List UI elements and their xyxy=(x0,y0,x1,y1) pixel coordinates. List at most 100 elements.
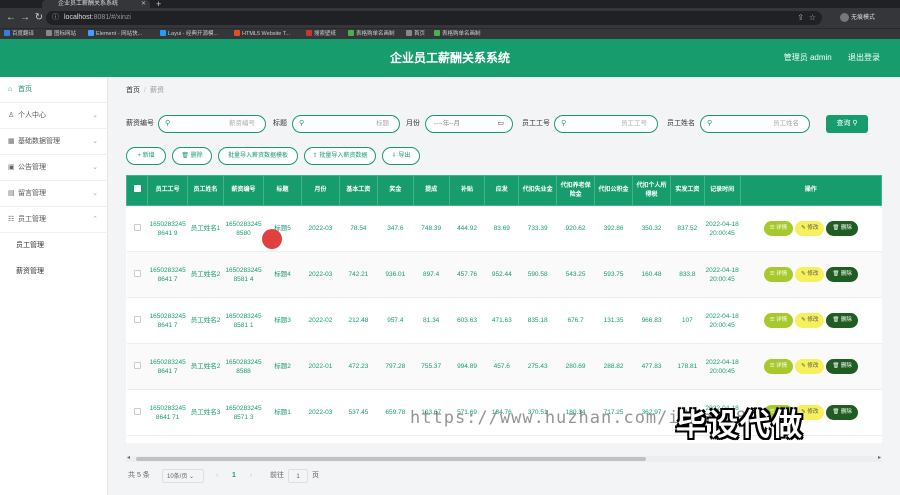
star-icon[interactable]: ☆ xyxy=(809,11,816,25)
table-cell: 957.4 xyxy=(377,297,414,344)
table-cell: 16502832458641 71 xyxy=(147,389,188,436)
column-header: 代扣个人所得税 xyxy=(632,175,671,206)
forward-icon[interactable]: → xyxy=(18,11,32,25)
sidebar-subitem-staff[interactable]: 员工管理 xyxy=(0,233,108,259)
table-cell: 676.7 xyxy=(556,297,595,344)
import-data-button[interactable]: ⇪ 批量导入薪资数据 xyxy=(304,147,376,165)
delete-row-button[interactable]: 🗑 删除 xyxy=(826,267,858,282)
trash-icon: 🗑 xyxy=(181,153,189,159)
table-cell: 288.82 xyxy=(594,343,633,390)
row-checkbox[interactable] xyxy=(126,205,148,252)
edit-button[interactable]: ✎ 修改 xyxy=(795,313,825,328)
staff-icon: ☷ xyxy=(8,216,15,223)
salary-no-label: 薪资编号 xyxy=(126,120,154,127)
incognito-icon xyxy=(840,12,849,22)
scroll-left-icon[interactable]: ◂ xyxy=(127,454,130,461)
sidebar-item-message[interactable]: ▤ 留言管理 ⌄ xyxy=(0,181,108,207)
delete-row-button[interactable]: 🗑 删除 xyxy=(826,359,858,374)
delete-row-button[interactable]: 🗑 删除 xyxy=(826,405,858,420)
share-icon[interactable]: ⇪ xyxy=(797,11,804,25)
sidebar-subitem-salary[interactable]: 薪资管理 xyxy=(0,259,108,285)
table-cell: 标题4 xyxy=(263,251,302,298)
emp-no-input[interactable]: ⚲ 员工工号 xyxy=(554,115,658,133)
row-actions: ☰ 详情 ✎ 修改 🗑 删除 xyxy=(740,251,882,298)
column-header: 代扣失业金 xyxy=(518,175,558,206)
browser-tab[interactable]: 企业员工薪酬关系系统 ✕ xyxy=(42,0,150,8)
row-checkbox[interactable] xyxy=(126,343,148,390)
row-checkbox[interactable] xyxy=(126,389,148,436)
delete-button[interactable]: 🗑 删除 xyxy=(172,147,212,165)
sidebar-item-home[interactable]: ⌂ 首页 xyxy=(0,77,108,103)
chevron-up-icon: ⌃ xyxy=(92,216,98,223)
table-cell: 2022-03 xyxy=(301,251,340,298)
row-actions: ☰ 详情 ✎ 修改 🗑 删除 xyxy=(740,297,882,344)
back-icon[interactable]: ← xyxy=(4,11,18,25)
row-actions: ☰ 详情 ✎ 修改 🗑 删除 xyxy=(740,205,882,252)
table-cell: 936.01 xyxy=(377,251,414,298)
title-input[interactable]: ⚲ 标题 xyxy=(292,115,400,133)
emp-name-input[interactable]: ⚲ 员工姓名 xyxy=(700,115,810,133)
table-cell: 2022-01 xyxy=(301,343,340,390)
page-size-select[interactable]: 10条/页 ⌄ xyxy=(162,469,204,483)
chevron-down-icon: ⌄ xyxy=(92,138,98,145)
next-page-button[interactable]: › xyxy=(250,469,252,483)
table-cell: 212.48 xyxy=(339,297,378,344)
reload-icon[interactable]: ↻ xyxy=(32,11,46,25)
edit-button[interactable]: ✎ 修改 xyxy=(795,221,825,236)
table-cell: 797.28 xyxy=(377,343,414,390)
address-bar[interactable]: ⓘ localhost:8081/#/xinzi ⇪ ☆ xyxy=(46,11,822,25)
chevron-down-icon: ⌄ xyxy=(92,190,98,197)
breadcrumb-home[interactable]: 首页 xyxy=(126,87,140,94)
logout-link[interactable]: 退出登录 xyxy=(848,53,880,62)
salary-no-input[interactable]: ⚲ 薪资编号 xyxy=(158,115,266,133)
select-all-checkbox[interactable] xyxy=(126,175,149,206)
delete-row-button[interactable]: 🗑 删除 xyxy=(826,313,858,328)
profile-menu[interactable]: 无痕模式 xyxy=(840,12,888,24)
table-cell: 标题2 xyxy=(263,343,302,390)
scroll-right-icon[interactable]: ▸ xyxy=(878,454,881,461)
query-button[interactable]: 查询 ⚲ xyxy=(826,115,868,133)
import-template-button[interactable]: 批量导入薪资数据模板 xyxy=(218,147,298,165)
admin-label: 管理员 admin xyxy=(783,53,832,62)
close-icon[interactable]: ✕ xyxy=(141,0,146,8)
row-checkbox[interactable] xyxy=(126,251,148,298)
prev-page-button[interactable]: ‹ xyxy=(216,469,218,483)
chevron-down-icon: ⌄ xyxy=(92,112,98,119)
table-cell: 16502832458581 4 xyxy=(223,251,264,298)
page-number[interactable]: 1 xyxy=(232,469,236,483)
detail-button[interactable]: ☰ 详情 xyxy=(763,359,794,374)
edit-button[interactable]: ✎ 修改 xyxy=(795,267,825,282)
table-cell: 472.23 xyxy=(339,343,378,390)
table-cell: 275.43 xyxy=(518,343,557,390)
sidebar-item-staff[interactable]: ☷ 员工管理 ⌃ xyxy=(0,207,108,233)
breadcrumb-current: 薪资 xyxy=(149,87,164,94)
row-checkbox[interactable] xyxy=(126,297,148,344)
table-cell: 537.45 xyxy=(339,389,378,436)
edit-button[interactable]: ✎ 修改 xyxy=(795,359,825,374)
sidebar-item-notice[interactable]: ▣ 公告管理 ⌄ xyxy=(0,155,108,181)
delete-row-button[interactable]: 🗑 删除 xyxy=(826,221,858,236)
month-input[interactable]: ----年--月 ▭ xyxy=(425,115,513,133)
column-header: 标题 xyxy=(263,175,302,206)
scrollbar-thumb[interactable] xyxy=(136,457,646,461)
table-cell: 178.81 xyxy=(670,343,705,390)
table-cell: 2022-04-18 20:00:45 xyxy=(704,343,741,390)
table-cell: 590.58 xyxy=(518,251,557,298)
add-button[interactable]: + 新增 xyxy=(126,147,166,165)
detail-button[interactable]: ☰ 详情 xyxy=(763,313,794,328)
table-cell: 748.39 xyxy=(413,205,450,252)
table-cell: 16502832458641 9 xyxy=(147,205,188,252)
table-cell: 16502832458588 xyxy=(223,343,264,390)
search-icon: ⚲ xyxy=(165,120,171,127)
sidebar-item-basic-data[interactable]: ▦ 基础数据管理 ⌄ xyxy=(0,129,108,155)
horizontal-scrollbar[interactable]: ◂ ▸ xyxy=(126,454,882,462)
sidebar-item-profile[interactable]: ♙ 个人中心 ⌄ xyxy=(0,103,108,129)
chevron-down-icon: ⌄ xyxy=(92,164,98,171)
calendar-icon[interactable]: ▭ xyxy=(497,116,504,132)
detail-button[interactable]: ☰ 详情 xyxy=(763,221,794,236)
detail-button[interactable]: ☰ 详情 xyxy=(763,267,794,282)
table-cell: 员工姓名1 xyxy=(187,205,224,252)
info-icon[interactable]: ⓘ xyxy=(52,11,59,25)
export-button[interactable]: ⇩ 导出 xyxy=(382,147,420,165)
goto-page-input[interactable]: 1 xyxy=(288,469,308,483)
